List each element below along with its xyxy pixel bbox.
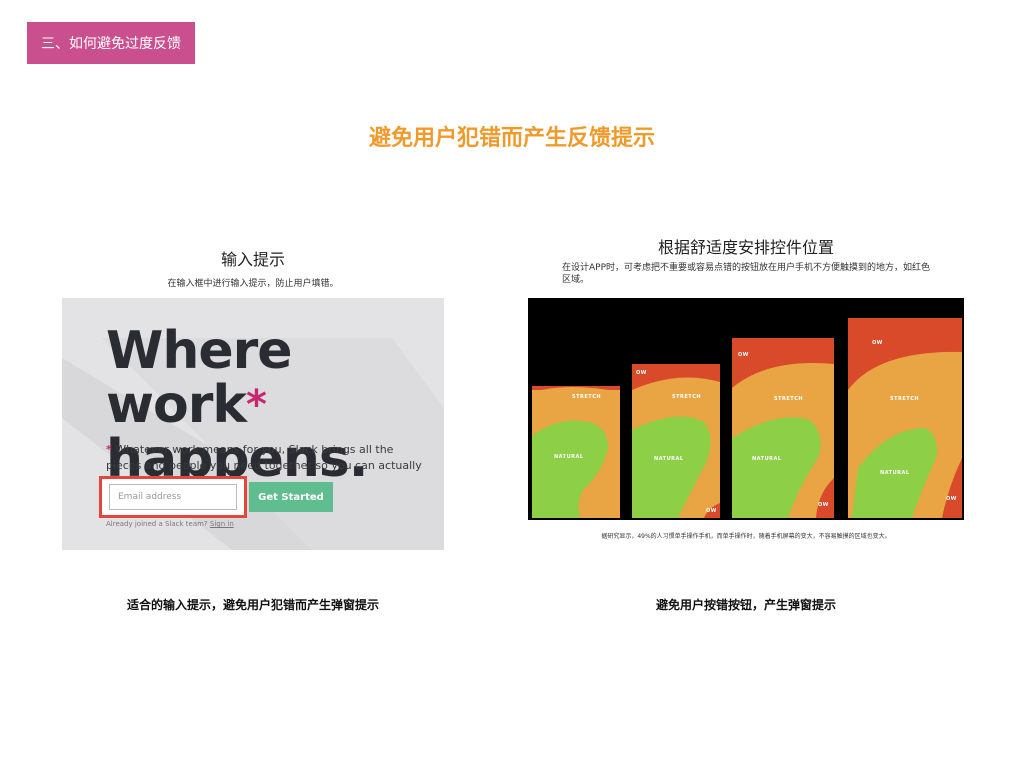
phone-medium-stretch-label: STRETCH [672,394,701,400]
right-subtitle: 在设计APP时，可考虑把不重要或容易点错的按钮放在用户手机不方便触摸到的地方，如… [562,263,931,285]
main-title: 避免用户犯错而产生反馈提示 [368,126,655,151]
get-started-button[interactable]: Get Started [249,482,333,512]
sign-in-link[interactable]: Sign in [210,520,234,528]
phone-medium-ow-top-label: OW [636,370,647,376]
phone-small-stretch-label: STRETCH [572,394,601,400]
phone-small: STRETCH NATURAL [532,386,620,518]
phone-xlarge-ow-top-label: OW [872,340,883,346]
slack-screenshot: Where work* happens. * Whatever work mea… [62,298,444,550]
phone-xlarge-natural-label: NATURAL [880,470,910,476]
email-input[interactable]: Email address [109,484,237,510]
thumb-zone-svg: STRETCH NATURAL OW STRETCH NATURAL OW OW… [532,318,962,518]
phone-large: OW STRETCH NATURAL OW [732,338,834,518]
headline-star: * [246,382,267,428]
phone-medium: OW STRETCH NATURAL OW [632,364,720,518]
left-caption: 适合的输入提示，避免用户犯错而产生弹窗提示 [126,598,379,612]
phone-small-natural-label: NATURAL [554,454,584,460]
phone-xlarge: OW STRETCH NATURAL OW [848,318,962,518]
left-subtitle: 在输入框中进行输入提示，防止用户填错。 [167,279,339,289]
phone-large-natural-label: NATURAL [752,456,782,462]
right-heading: 根据舒适度安排控件位置 [657,238,834,257]
email-highlight-box: Email address [99,476,247,518]
right-caption: 避免用户按错按钮，产生弹窗提示 [655,598,836,612]
phone-xlarge-stretch-label: STRETCH [890,396,919,402]
phone-large-ow-bottom-label: OW [818,502,829,508]
phone-large-stretch-label: STRETCH [774,396,803,402]
thumb-zone-diagram: STRETCH NATURAL OW STRETCH NATURAL OW OW… [528,298,964,520]
section-tag: 三、如何避免过度反馈 [27,22,195,64]
already-label: Already joined a Slack team? [106,520,208,528]
already-joined-text: Already joined a Slack team? Sign in [106,520,234,528]
phone-medium-natural-label: NATURAL [654,456,684,462]
phone-medium-ow-bottom-label: OW [706,508,717,514]
phone-xlarge-ow-bottom-label: OW [946,496,957,502]
research-note: 据研究显示，49%的人习惯单手操作手机，而单手操作时，随着手机屏幕的变大，不容易… [601,533,891,540]
left-heading: 输入提示 [220,250,285,269]
phone-large-ow-top-label: OW [738,352,749,358]
